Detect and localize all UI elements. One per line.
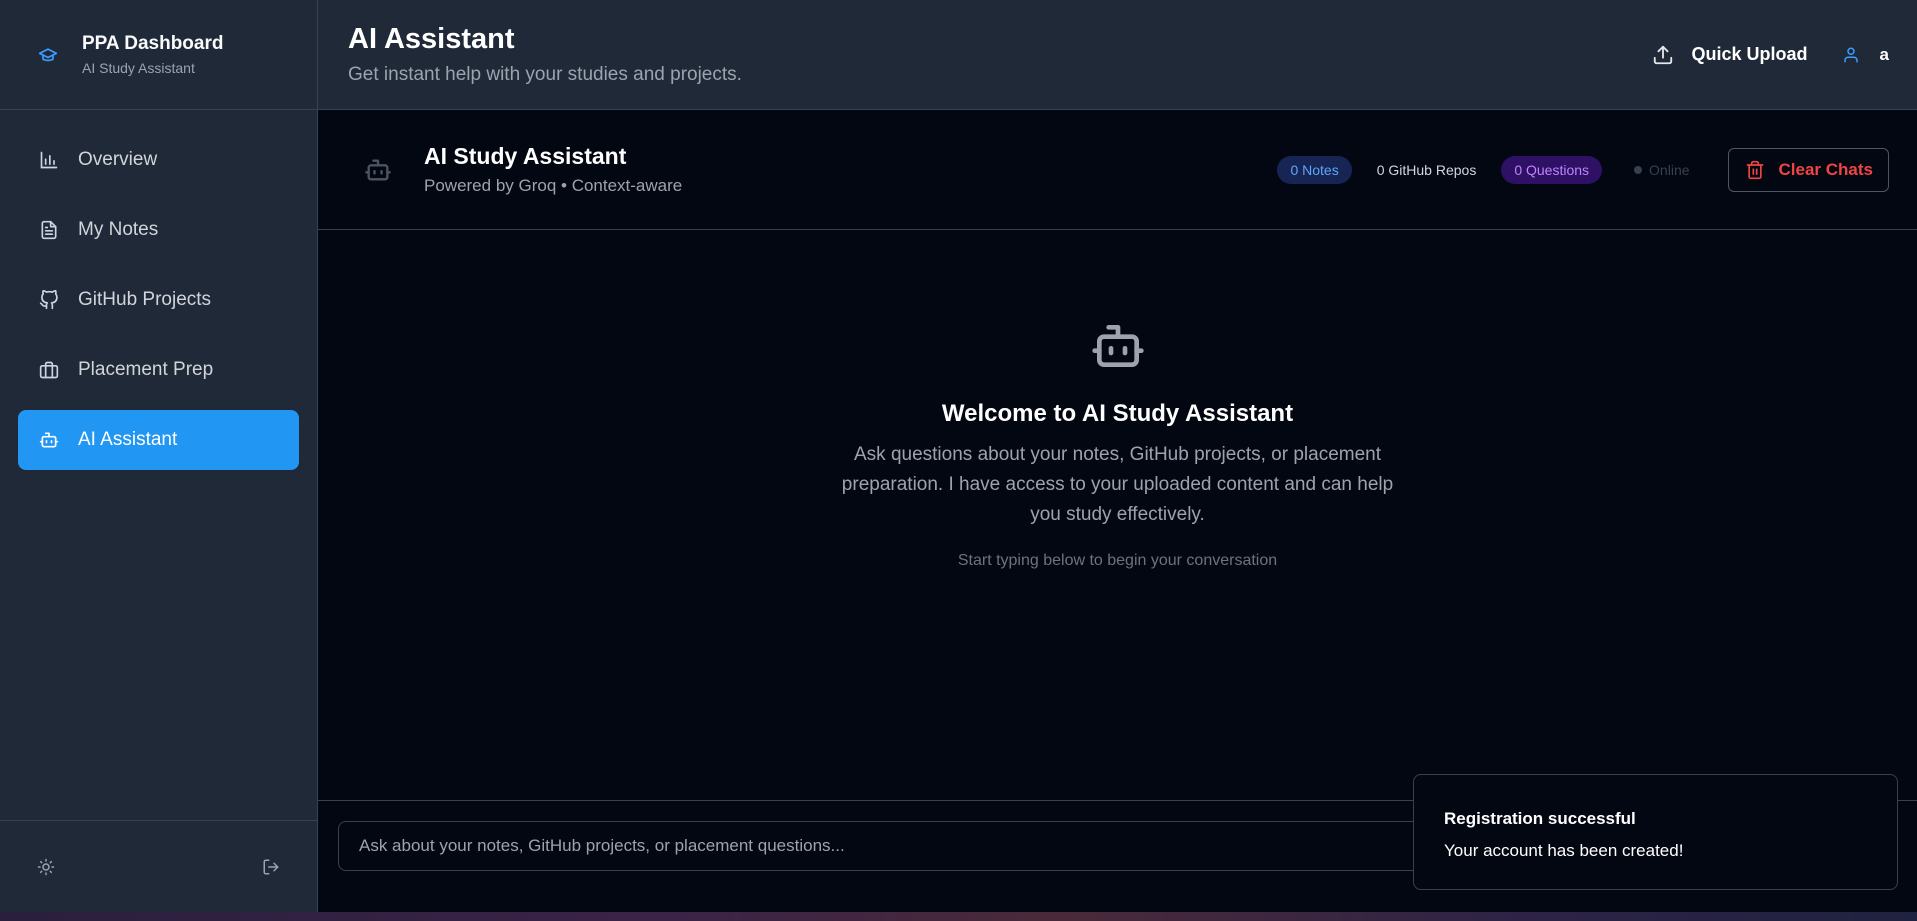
chat-subtitle: Powered by Groq • Context-aware: [424, 176, 683, 195]
page-title: AI Assistant: [348, 23, 515, 55]
quick-upload-button[interactable]: Quick Upload: [1652, 44, 1808, 66]
notes-count-badge: 0 Notes: [1277, 155, 1352, 184]
bar-chart-icon: [38, 149, 60, 171]
bot-avatar-icon: [362, 154, 394, 186]
top-bar-actions: Quick Upload a: [1652, 44, 1889, 66]
chat-title-group: AI Study Assistant Powered by Groq • Con…: [424, 143, 682, 196]
brand: PPA Dashboard AI Study Assistant: [0, 0, 317, 110]
logout-icon[interactable]: [259, 855, 283, 879]
sidebar-nav: Overview My Notes GitHub Projects Placem…: [0, 110, 317, 470]
chat-header: AI Study Assistant Powered by Groq • Con…: [318, 110, 1917, 230]
sidebar-item-my-notes[interactable]: My Notes: [18, 200, 299, 260]
sidebar-item-label: Overview: [78, 149, 158, 170]
chat-input[interactable]: [338, 821, 1438, 871]
toast-notification: Registration successful Your account has…: [1413, 774, 1898, 890]
status-label: Online: [1649, 161, 1690, 178]
sidebar-item-label: My Notes: [78, 219, 159, 240]
sidebar-item-label: GitHub Projects: [78, 289, 212, 310]
file-text-icon: [38, 219, 60, 241]
chat-header-stats: 0 Notes 0 GitHub Repos 0 Questions Onlin…: [1277, 147, 1889, 192]
chat-title: AI Study Assistant: [424, 143, 627, 169]
questions-count-badge: 0 Questions: [1501, 155, 1603, 184]
status-dot: [1634, 165, 1643, 174]
page-heading: AI Assistant Get instant help with your …: [348, 23, 742, 86]
upload-icon: [1652, 44, 1674, 66]
graduation-cap-icon: [36, 43, 60, 67]
page-subtitle: Get instant help with your studies and p…: [348, 64, 742, 85]
github-icon: [38, 289, 60, 311]
sidebar-item-github-projects[interactable]: GitHub Projects: [18, 270, 299, 330]
sidebar-item-label: AI Assistant: [78, 429, 178, 450]
sidebar-item-overview[interactable]: Overview: [18, 130, 299, 190]
user-icon: [1842, 46, 1860, 64]
user-name: a: [1879, 44, 1889, 64]
top-bar: AI Assistant Get instant help with your …: [318, 0, 1917, 110]
briefcase-icon: [38, 359, 60, 381]
chat-messages-area: Welcome to AI Study Assistant Ask questi…: [318, 230, 1917, 800]
toast-title: Registration successful: [1444, 809, 1636, 828]
welcome-text: Ask questions about your notes, GitHub p…: [841, 444, 1394, 525]
repos-count-badge: 0 GitHub Repos: [1376, 161, 1477, 178]
clear-chats-label: Clear Chats: [1778, 159, 1873, 179]
welcome-hint: Start typing below to begin your convers…: [957, 552, 1278, 569]
welcome-title: Welcome to AI Study Assistant: [941, 400, 1294, 427]
sidebar-item-label: Placement Prep: [78, 359, 214, 380]
quick-upload-label: Quick Upload: [1691, 44, 1808, 64]
status-indicator: Online: [1634, 161, 1690, 178]
bot-icon: [38, 429, 60, 451]
bot-icon: [1090, 318, 1146, 374]
sidebar: PPA Dashboard AI Study Assistant Overvie…: [0, 0, 318, 912]
sun-icon[interactable]: [34, 855, 58, 879]
sidebar-item-ai-assistant[interactable]: AI Assistant: [18, 410, 299, 470]
taskbar-strip: [0, 912, 1917, 921]
clear-chats-button[interactable]: Clear Chats: [1727, 147, 1889, 192]
toast-description: Your account has been created!: [1444, 841, 1684, 860]
brand-title: PPA Dashboard: [82, 33, 224, 54]
chat-header-info: AI Study Assistant Powered by Groq • Con…: [362, 143, 682, 196]
sidebar-footer: [0, 820, 317, 912]
brand-subtitle: AI Study Assistant: [82, 60, 195, 76]
brand-text: PPA Dashboard AI Study Assistant: [82, 33, 223, 76]
sidebar-item-placement-prep[interactable]: Placement Prep: [18, 340, 299, 400]
user-menu[interactable]: a: [1842, 45, 1889, 65]
trash-icon: [1745, 160, 1765, 180]
